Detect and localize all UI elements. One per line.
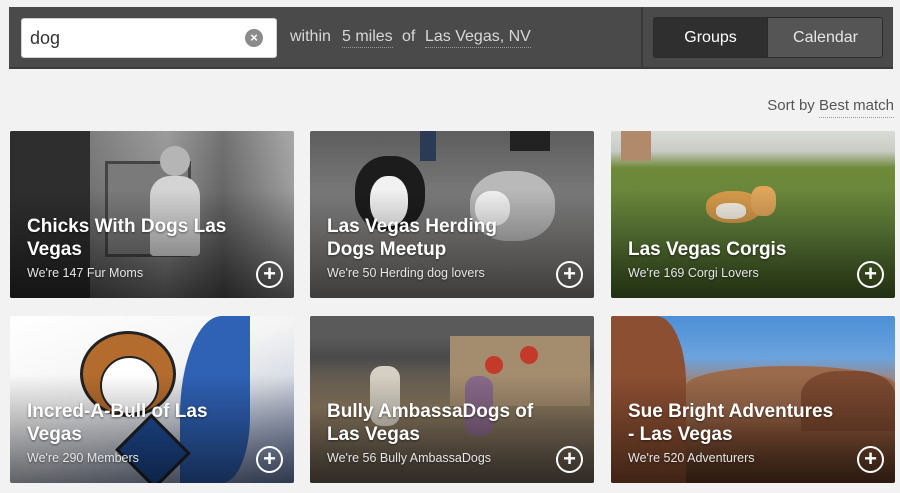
- plus-circle-icon[interactable]: +: [857, 446, 884, 473]
- group-title: Las Vegas Corgis: [628, 239, 787, 260]
- distance-value[interactable]: 5 miles: [342, 28, 393, 48]
- group-card[interactable]: Sue Bright Adventures - Las Vegas We're …: [611, 316, 895, 483]
- distance-selector[interactable]: 5 miles: [342, 7, 393, 67]
- member-count: We're 56 Bully AmbassaDogs: [327, 451, 492, 465]
- group-title: Bully AmbassaDogs of Las Vegas: [327, 401, 534, 445]
- search-box[interactable]: ×: [21, 18, 277, 58]
- plus-circle-icon[interactable]: +: [556, 261, 583, 288]
- clear-icon[interactable]: ×: [245, 29, 263, 47]
- calendar-tab[interactable]: Calendar: [767, 18, 882, 57]
- group-card[interactable]: Las Vegas Herding Dogs Meetup We're 50 H…: [310, 131, 594, 298]
- group-card[interactable]: Las Vegas Corgis We're 169 Corgi Lovers …: [611, 131, 895, 298]
- group-title: Sue Bright Adventures - Las Vegas: [628, 401, 834, 445]
- view-toggle: Groups Calendar: [653, 17, 883, 58]
- group-card[interactable]: Chicks With Dogs Las Vegas We're 147 Fur…: [10, 131, 294, 298]
- plus-circle-icon[interactable]: +: [857, 261, 884, 288]
- member-count: We're 147 Fur Moms: [27, 266, 144, 280]
- sort-dropdown[interactable]: Best match: [818, 97, 894, 118]
- location-selector[interactable]: Las Vegas, NV: [425, 7, 531, 67]
- sort-label: Sort by: [767, 97, 815, 114]
- member-count: We're 520 Adventurers: [628, 451, 755, 465]
- search-input[interactable]: [30, 19, 240, 57]
- plus-circle-icon[interactable]: +: [256, 261, 283, 288]
- groups-tab[interactable]: Groups: [654, 18, 767, 57]
- within-label: within: [290, 28, 331, 45]
- location-value[interactable]: Las Vegas, NV: [425, 28, 531, 48]
- group-title: Incred-A-Bull of Las Vegas: [27, 401, 208, 445]
- member-count: We're 169 Corgi Lovers: [628, 266, 759, 280]
- search-bar: × within 5 miles of Las Vegas, NV Groups…: [9, 7, 893, 69]
- member-count: We're 290 Members: [27, 451, 139, 465]
- group-card[interactable]: Bully AmbassaDogs of Las Vegas We're 56 …: [310, 316, 594, 483]
- sort-control: Sort by Best match: [767, 97, 894, 118]
- group-title: Chicks With Dogs Las Vegas: [27, 216, 227, 260]
- of-label: of: [402, 28, 416, 45]
- group-title: Las Vegas Herding Dogs Meetup: [327, 216, 498, 260]
- group-card[interactable]: Incred-A-Bull of Las Vegas We're 290 Mem…: [10, 316, 294, 483]
- toolbar-divider: [641, 7, 643, 67]
- member-count: We're 50 Herding dog lovers: [327, 266, 485, 280]
- plus-circle-icon[interactable]: +: [256, 446, 283, 473]
- plus-circle-icon[interactable]: +: [556, 446, 583, 473]
